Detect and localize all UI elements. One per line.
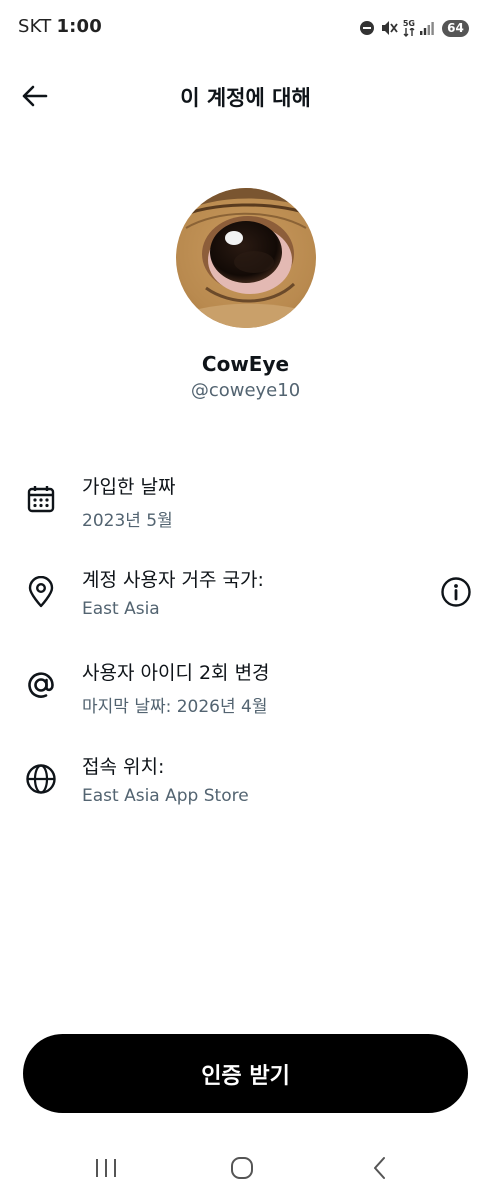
home-icon bbox=[231, 1157, 253, 1179]
status-bar: SKT 1:00 5G 64 bbox=[0, 0, 491, 56]
display-name: CowEye bbox=[201, 352, 290, 376]
country-value: East Asia bbox=[82, 599, 160, 619]
status-carrier-time: SKT 1:00 bbox=[18, 16, 102, 37]
username-changes-label: 사용자 아이디 2회 변경 bbox=[82, 662, 270, 684]
info-circle-icon bbox=[441, 577, 471, 607]
joined-label: 가입한 날짜 bbox=[82, 476, 176, 498]
info-row-connected-via: 접속 위치: East Asia App Store bbox=[0, 750, 491, 830]
get-verified-button[interactable]: 인증 받기 bbox=[23, 1034, 468, 1113]
avatar[interactable] bbox=[176, 188, 316, 328]
recent-apps-button[interactable] bbox=[84, 1152, 128, 1184]
avatar-image bbox=[176, 188, 316, 328]
location-pin-icon bbox=[24, 575, 58, 609]
home-button[interactable] bbox=[220, 1152, 264, 1184]
network-5g-icon: 5G bbox=[402, 18, 415, 37]
calendar-icon bbox=[24, 482, 58, 516]
system-back-button[interactable] bbox=[358, 1152, 402, 1184]
signal-icon bbox=[420, 22, 434, 35]
carrier-label: SKT bbox=[18, 16, 52, 37]
joined-value: 2023년 5월 bbox=[82, 511, 173, 531]
clock: 1:00 bbox=[56, 16, 103, 37]
header: 이 계정에 대해 bbox=[0, 70, 491, 122]
info-row-joined: 가입한 날짜 2023년 5월 bbox=[0, 470, 491, 550]
username-changes-value: 마지막 날짜: 2026년 4월 bbox=[82, 697, 268, 717]
page-title: 이 계정에 대해 bbox=[180, 86, 311, 110]
mute-icon bbox=[381, 21, 398, 35]
network-type: 5G bbox=[402, 18, 415, 28]
system-nav-bar bbox=[0, 1140, 491, 1196]
battery-icon: 64 bbox=[442, 19, 469, 37]
country-label: 계정 사용자 거주 국가: bbox=[82, 569, 264, 591]
chevron-left-icon bbox=[374, 1157, 385, 1179]
recent-apps-icon bbox=[96, 1159, 116, 1177]
globe-icon bbox=[24, 762, 58, 796]
at-sign-icon bbox=[24, 668, 58, 702]
username-handle: @coweye10 bbox=[190, 380, 301, 401]
connected-via-value: East Asia App Store bbox=[82, 786, 249, 806]
connected-via-label: 접속 위치: bbox=[82, 756, 165, 778]
do-not-disturb-icon bbox=[359, 21, 374, 35]
info-row-country: 계정 사용자 거주 국가: East Asia bbox=[0, 563, 491, 643]
country-info-button[interactable] bbox=[439, 575, 473, 609]
info-row-username-changes: 사용자 아이디 2회 변경 마지막 날짜: 2026년 4월 bbox=[0, 656, 491, 736]
status-icons: 5G 64 bbox=[359, 17, 469, 39]
